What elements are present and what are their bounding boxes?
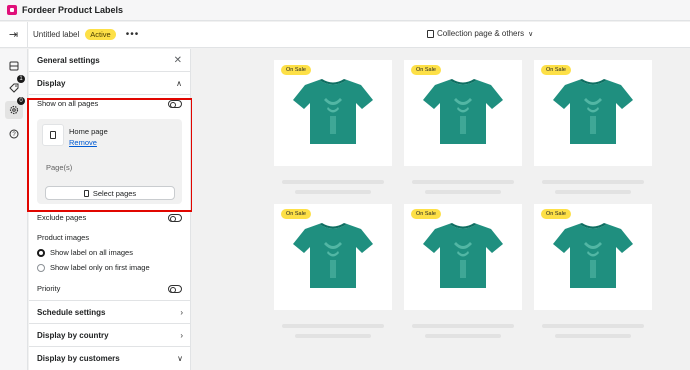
chevron-right-icon: › <box>180 330 183 340</box>
product-price-placeholder <box>425 190 501 194</box>
product-title-placeholder <box>412 324 514 328</box>
exclude-pages-toggle[interactable] <box>168 213 182 222</box>
product-card[interactable]: On Sale <box>534 204 652 338</box>
priority-label: Priority <box>37 284 61 293</box>
app-logo <box>7 5 17 15</box>
product-images-row: Product images <box>37 233 182 242</box>
sale-badge: On Sale <box>281 209 311 219</box>
display-section-header[interactable]: Display ∧ <box>29 72 190 95</box>
radio-all-images[interactable]: Show label on all images <box>37 248 133 257</box>
tshirt-image <box>423 79 503 144</box>
section-title: Schedule settings <box>37 307 106 317</box>
product-card[interactable]: On Sale <box>534 60 652 194</box>
product-image: On Sale <box>274 204 392 310</box>
radio-button[interactable] <box>37 248 45 257</box>
section-title: Display by customers <box>37 353 120 363</box>
app-title: Fordeer Product Labels <box>22 5 124 15</box>
tag-icon <box>9 83 19 93</box>
preview-canvas: On Sale On Sale On Sale On Sale On Sale On Sa… <box>192 49 690 370</box>
page-icon <box>427 29 434 38</box>
schedule-settings-section[interactable]: Schedule settings › <box>29 300 190 323</box>
product-image: On Sale <box>404 60 522 166</box>
product-title-placeholder <box>542 324 644 328</box>
highlight-box <box>27 98 193 212</box>
panel-header: General settings ✕ <box>29 49 190 72</box>
product-title-placeholder <box>282 324 384 328</box>
product-card[interactable]: On Sale <box>274 60 392 194</box>
chevron-down-icon: ∨ <box>528 30 534 38</box>
rail-badge: 0 <box>17 97 25 105</box>
section-title: Display by country <box>37 330 109 340</box>
display-section-title: Display <box>37 78 66 88</box>
product-title-placeholder <box>412 180 514 184</box>
product-price-placeholder <box>295 190 371 194</box>
product-price-placeholder <box>295 334 371 338</box>
title-bar: Fordeer Product Labels <box>0 0 690 21</box>
product-card[interactable]: On Sale <box>404 204 522 338</box>
sale-badge: On Sale <box>541 209 571 219</box>
rail-layout-button[interactable] <box>5 57 23 75</box>
layout-icon <box>9 61 19 71</box>
tshirt-image <box>553 223 633 288</box>
radio-button[interactable] <box>37 263 45 272</box>
gear-icon <box>9 105 19 115</box>
display-by-customers-section[interactable]: Display by customers ∨ <box>29 346 190 369</box>
label-name[interactable]: Untitled label <box>33 30 79 39</box>
panel-title: General settings <box>37 55 100 65</box>
display-by-country-section[interactable]: Display by country › <box>29 323 190 346</box>
tshirt-image <box>423 223 503 288</box>
rail-help-button[interactable]: ? <box>5 125 23 143</box>
product-price-placeholder <box>425 334 501 338</box>
tshirt-image <box>293 79 373 144</box>
product-image: On Sale <box>534 60 652 166</box>
radio-label: Show label only on first image <box>50 263 150 272</box>
rail-settings-button[interactable]: 0 <box>5 97 25 119</box>
sale-badge: On Sale <box>411 209 441 219</box>
exclude-pages-row: Exclude pages <box>37 213 182 222</box>
radio-first-image[interactable]: Show label only on first image <box>37 263 150 272</box>
product-title-placeholder <box>282 180 384 184</box>
product-title-placeholder <box>542 180 644 184</box>
status-badge: Active <box>85 29 116 40</box>
more-actions-button[interactable]: ••• <box>126 29 140 39</box>
sale-badge: On Sale <box>281 65 311 75</box>
exclude-pages-label: Exclude pages <box>37 213 87 222</box>
tshirt-image <box>553 79 633 144</box>
radio-label: Show label on all images <box>50 248 133 257</box>
chevron-down-icon: ∨ <box>177 353 183 363</box>
product-images-label: Product images <box>37 233 90 242</box>
close-icon[interactable]: ✕ <box>174 55 182 66</box>
sale-badge: On Sale <box>541 65 571 75</box>
priority-toggle[interactable] <box>168 284 182 293</box>
exit-button[interactable]: ⇥ <box>0 21 28 48</box>
product-price-placeholder <box>555 190 631 194</box>
exit-icon: ⇥ <box>8 29 19 41</box>
help-icon: ? <box>9 129 19 139</box>
chevron-right-icon: › <box>180 307 183 317</box>
chevron-up-icon: ∧ <box>176 78 182 88</box>
product-card[interactable]: On Sale <box>404 60 522 194</box>
tshirt-image <box>293 223 373 288</box>
priority-row: Priority <box>37 284 182 293</box>
page-type-selector[interactable]: Collection page & others ∨ <box>427 29 533 38</box>
product-price-placeholder <box>555 334 631 338</box>
editor-toolbar: ⇥ Untitled label Active ••• Collection p… <box>0 21 690 48</box>
rail-badge: 1 <box>17 75 25 83</box>
product-image: On Sale <box>404 204 522 310</box>
sale-badge: On Sale <box>411 65 441 75</box>
page-type-label: Collection page & others <box>437 29 525 38</box>
product-image: On Sale <box>274 60 392 166</box>
product-image: On Sale <box>534 204 652 310</box>
rail-tag-button[interactable]: 1 <box>5 75 25 97</box>
icon-rail: 1 0 ? <box>0 49 28 370</box>
product-card[interactable]: On Sale <box>274 204 392 338</box>
